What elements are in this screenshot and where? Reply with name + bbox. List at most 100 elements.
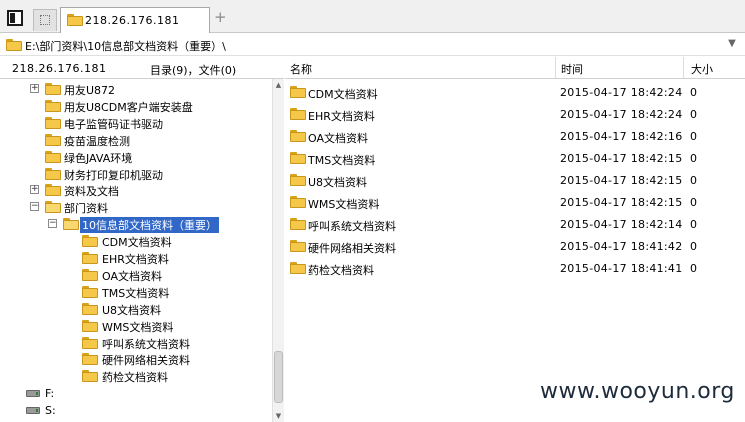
tree-item[interactable]: 药检文档资料: [0, 368, 270, 385]
tree-item[interactable]: 绿色JAVA环境: [0, 149, 270, 166]
file-row[interactable]: U8文档资料 2015-04-17 18:42:15 0: [285, 169, 745, 191]
folder-icon: [45, 150, 61, 163]
tree-item[interactable]: 财务打印复印机驱动: [0, 166, 270, 183]
folder-icon: [82, 319, 98, 332]
file-name: CDM文档资料: [308, 88, 378, 101]
folder-icon: [45, 133, 61, 146]
file-row[interactable]: TMS文档资料 2015-04-17 18:42:15 0: [285, 147, 745, 169]
file-name: 药检文档资料: [308, 264, 374, 277]
folder-icon: [290, 152, 306, 164]
collapse-icon[interactable]: −: [48, 219, 57, 229]
tree-item-label: 用友U8CDM客户端安装盘: [64, 100, 193, 114]
column-size[interactable]: 大小: [691, 61, 713, 77]
tree-item[interactable]: − 部门资料: [0, 199, 270, 216]
tree-item-label: 10信息部文档资料（重要）: [80, 217, 219, 234]
file-name: 呼叫系统文档资料: [308, 220, 396, 233]
file-size: 0: [690, 86, 697, 99]
drive-item[interactable]: F:: [0, 386, 270, 403]
file-row[interactable]: WMS文档资料 2015-04-17 18:42:15 0: [285, 191, 745, 213]
tree-item-label: 资料及文档: [64, 185, 119, 199]
tree-item[interactable]: 用友U8CDM客户端安装盘: [0, 98, 270, 115]
folder-icon: [45, 167, 61, 180]
folder-icon: [6, 39, 22, 51]
file-row[interactable]: EHR文档资料 2015-04-17 18:42:24 0: [285, 103, 745, 125]
file-row[interactable]: 呼叫系统文档资料 2015-04-17 18:42:14 0: [285, 213, 745, 235]
folder-icon: [45, 184, 61, 197]
tree-item[interactable]: TMS文档资料: [0, 284, 270, 301]
scroll-up-icon[interactable]: ▲: [273, 79, 284, 91]
column-header: 名称 时间 大小: [285, 57, 745, 79]
tree-item[interactable]: 电子监管码证书驱动: [0, 115, 270, 132]
new-tab-button[interactable]: +: [214, 10, 227, 25]
tree-item[interactable]: WMS文档资料: [0, 318, 270, 335]
tree-item[interactable]: OA文档资料: [0, 267, 270, 284]
column-divider[interactable]: [683, 57, 684, 78]
tree-item[interactable]: 硬件网络相关资料: [0, 351, 270, 368]
tree-item[interactable]: 呼叫系统文档资料: [0, 335, 270, 352]
tree-item[interactable]: + 用友U872: [0, 81, 270, 98]
tab-remote-host[interactable]: 218.26.176.181: [60, 7, 210, 33]
file-time: 2015-04-17 18:42:15: [560, 196, 683, 209]
tab-blank[interactable]: [33, 9, 57, 31]
expand-icon[interactable]: +: [30, 84, 39, 93]
tree-item[interactable]: 疫苗温度检测: [0, 132, 270, 149]
folder-icon: [290, 108, 306, 120]
column-divider[interactable]: [555, 57, 556, 78]
folder-icon: [82, 370, 98, 383]
tree-item-label: OA文档资料: [102, 269, 162, 283]
tree-item-label: 药检文档资料: [102, 371, 168, 385]
chevron-down-icon[interactable]: ▼: [725, 37, 739, 51]
tree-item-label: EHR文档资料: [102, 253, 169, 266]
window-layout-icon[interactable]: [7, 10, 23, 26]
file-size: 0: [690, 262, 697, 275]
tree-item[interactable]: − 10信息部文档资料（重要）: [0, 216, 270, 234]
drive-item[interactable]: S:: [0, 403, 270, 420]
file-size: 0: [690, 130, 697, 143]
tree-item-label: 绿色JAVA环境: [64, 151, 133, 165]
file-size: 0: [690, 240, 697, 253]
file-row[interactable]: OA文档资料 2015-04-17 18:42:16 0: [285, 125, 745, 147]
drive-label: F:: [45, 387, 55, 400]
file-name: U8文档资料: [308, 176, 368, 189]
file-time: 2015-04-17 18:41:42: [560, 240, 683, 253]
address-bar[interactable]: E:\部门资料\10信息部文档资料（重要）\ ▼: [0, 34, 745, 56]
scroll-down-icon[interactable]: ▼: [273, 410, 284, 422]
file-name: WMS文档资料: [308, 198, 380, 211]
tree-item[interactable]: CDM文档资料: [0, 233, 270, 250]
folder-icon: [63, 218, 79, 231]
folder-icon: [82, 268, 98, 281]
tree-item-label: 呼叫系统文档资料: [102, 337, 190, 351]
file-time: 2015-04-17 18:42:24: [560, 108, 683, 121]
tree-scrollbar[interactable]: ▲ ▼: [272, 79, 284, 422]
folder-icon: [82, 336, 98, 349]
tree-header: 218.26.176.181 目录(9)，文件(0): [0, 57, 284, 79]
tree-item-label: 硬件网络相关资料: [102, 354, 190, 368]
scroll-thumb[interactable]: [274, 351, 283, 403]
tree-item-label: CDM文档资料: [102, 236, 172, 250]
file-time: 2015-04-17 18:42:15: [560, 152, 683, 165]
column-time[interactable]: 时间: [561, 61, 583, 77]
folder-icon: [45, 116, 61, 129]
column-name[interactable]: 名称: [290, 61, 312, 77]
expand-icon[interactable]: +: [30, 185, 39, 195]
tree-item[interactable]: U8文档资料: [0, 301, 270, 318]
file-time: 2015-04-17 18:42:15: [560, 174, 683, 187]
tree-item-label: U8文档资料: [102, 303, 162, 317]
file-row[interactable]: CDM文档资料 2015-04-17 18:42:24 0: [285, 81, 745, 103]
tree-item[interactable]: + 资料及文档: [0, 182, 270, 199]
folder-icon: [45, 201, 61, 214]
drive-icon: [26, 407, 40, 414]
file-time: 2015-04-17 18:41:41: [560, 262, 683, 275]
folder-icon: [82, 235, 98, 248]
file-list-pane: 名称 时间 大小 CDM文档资料 2015-04-17 18:42:24 0 EHR文…: [285, 57, 745, 422]
folder-icon: [82, 302, 98, 315]
file-row[interactable]: 药检文档资料 2015-04-17 18:41:41 0: [285, 257, 745, 279]
tree-item-label: WMS文档资料: [102, 320, 174, 334]
folder-icon: [290, 240, 306, 252]
tab-bar: 218.26.176.181 +: [0, 0, 745, 33]
folder-tree-pane: 218.26.176.181 目录(9)，文件(0) + 用友U872 用友U8CD…: [0, 57, 284, 422]
tree-item[interactable]: EHR文档资料: [0, 250, 270, 267]
folder-icon: [82, 353, 98, 366]
file-row[interactable]: 硬件网络相关资料 2015-04-17 18:41:42 0: [285, 235, 745, 257]
collapse-icon[interactable]: −: [30, 202, 39, 212]
